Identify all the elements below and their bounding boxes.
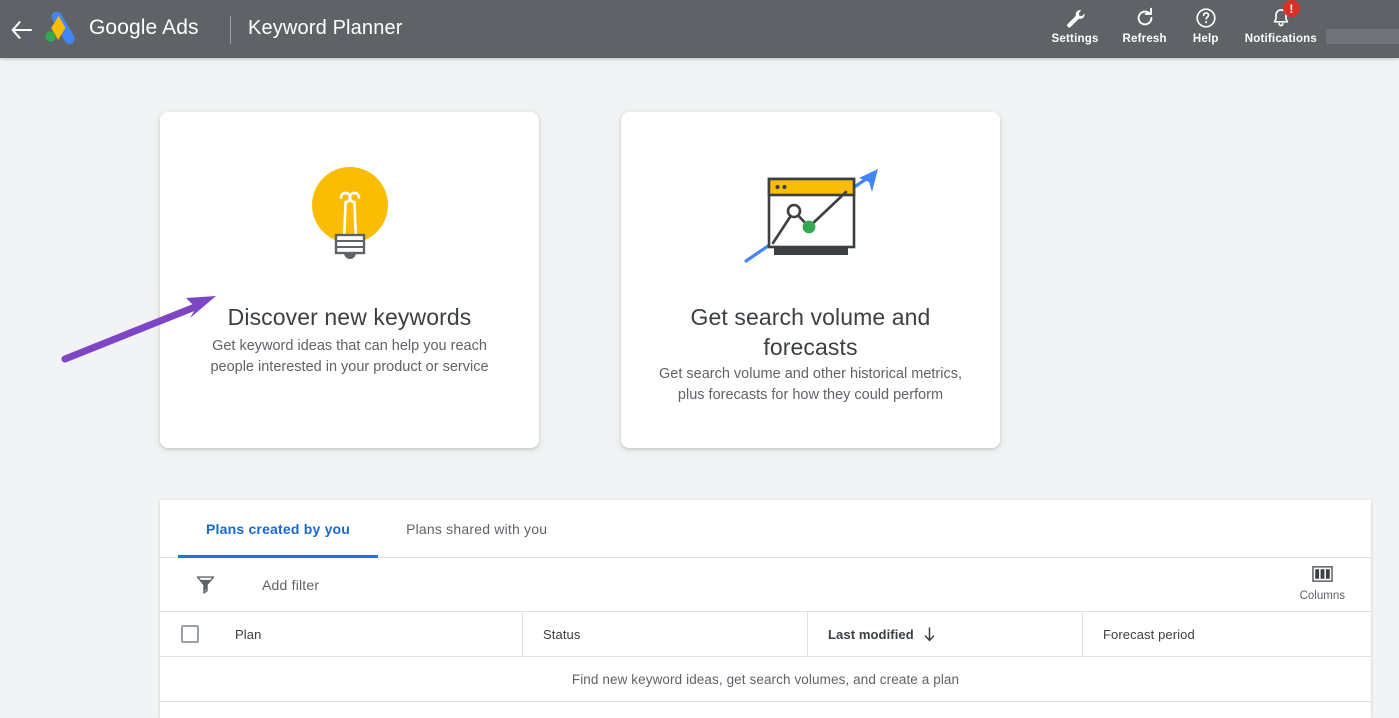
notification-badge: !: [1282, 0, 1300, 17]
wrench-icon: [1064, 6, 1086, 30]
column-label: Plan: [235, 626, 262, 642]
columns-icon: [1311, 565, 1333, 588]
card-description: Get search volume and other historical m…: [658, 366, 962, 403]
forecast-chart-icon: [621, 160, 1000, 270]
columns-button[interactable]: Columns: [1300, 565, 1345, 602]
lightbulb-icon: [160, 160, 539, 270]
empty-state-message: Find new keyword ideas, get search volum…: [571, 671, 960, 687]
filter-toolbar: Add filter Columns: [160, 558, 1371, 612]
page-title: Keyword Planner: [248, 17, 403, 39]
google-ads-logo[interactable]: [40, 11, 80, 46]
table-empty-state-row: Find new keyword ideas, get search volum…: [160, 657, 1371, 702]
settings-label: Settings: [1051, 33, 1099, 45]
help-button[interactable]: Help: [1179, 0, 1233, 45]
column-label: Last modified: [828, 626, 914, 642]
refresh-label: Refresh: [1122, 33, 1167, 45]
brand-name: Google Ads: [89, 16, 199, 39]
add-filter-button[interactable]: Add filter: [262, 577, 319, 593]
sort-descending-icon: [923, 626, 936, 642]
table-header-row: Plan Status Last modified Forecast perio…: [160, 612, 1371, 657]
funnel-icon[interactable]: [190, 570, 220, 600]
column-label: Forecast period: [1103, 626, 1195, 642]
plans-tabs: Plans created by you Plans shared with y…: [160, 500, 1371, 558]
table-header-status[interactable]: Status: [522, 612, 807, 656]
notifications-label: Notifications: [1244, 33, 1317, 45]
table-header-last-modified[interactable]: Last modified: [807, 612, 1082, 656]
tab-label: Plans created by you: [206, 520, 351, 537]
refresh-icon: [1134, 6, 1156, 30]
back-arrow-icon[interactable]: [6, 14, 38, 46]
header-divider: [230, 16, 231, 44]
select-all-checkbox[interactable]: [181, 625, 199, 643]
bell-icon: !: [1270, 0, 1300, 30]
account-info-redacted[interactable]: [1326, 29, 1399, 44]
columns-label: Columns: [1299, 590, 1345, 602]
table-header-plan[interactable]: Plan: [160, 612, 522, 656]
card-description: Get keyword ideas that can help you reac…: [210, 338, 489, 375]
discover-new-keywords-card[interactable]: Discover new keywords Get keyword ideas …: [160, 112, 539, 448]
card-title: Discover new keywords: [227, 304, 472, 330]
notifications-button[interactable]: ! Notifications: [1233, 0, 1329, 45]
settings-button[interactable]: Settings: [1040, 0, 1111, 45]
help-circle-icon: [1195, 6, 1217, 30]
plans-panel: Plans created by you Plans shared with y…: [160, 500, 1371, 718]
help-label: Help: [1192, 33, 1219, 45]
table-header-forecast-period[interactable]: Forecast period: [1082, 612, 1371, 656]
tab-plans-shared-with-you[interactable]: Plans shared with you: [378, 500, 575, 557]
top-app-bar: Google Ads Keyword Planner Settings Refr…: [0, 0, 1399, 58]
column-label: Status: [543, 626, 581, 642]
tab-label: Plans shared with you: [406, 520, 548, 537]
tab-plans-created-by-you[interactable]: Plans created by you: [178, 500, 379, 558]
search-volume-forecasts-card[interactable]: Get search volume and forecasts Get sear…: [621, 112, 1000, 448]
header-actions: Settings Refresh Help ! Notifications: [1040, 0, 1329, 58]
refresh-button[interactable]: Refresh: [1111, 0, 1179, 45]
card-title: Get search volume and forecasts: [690, 304, 931, 360]
